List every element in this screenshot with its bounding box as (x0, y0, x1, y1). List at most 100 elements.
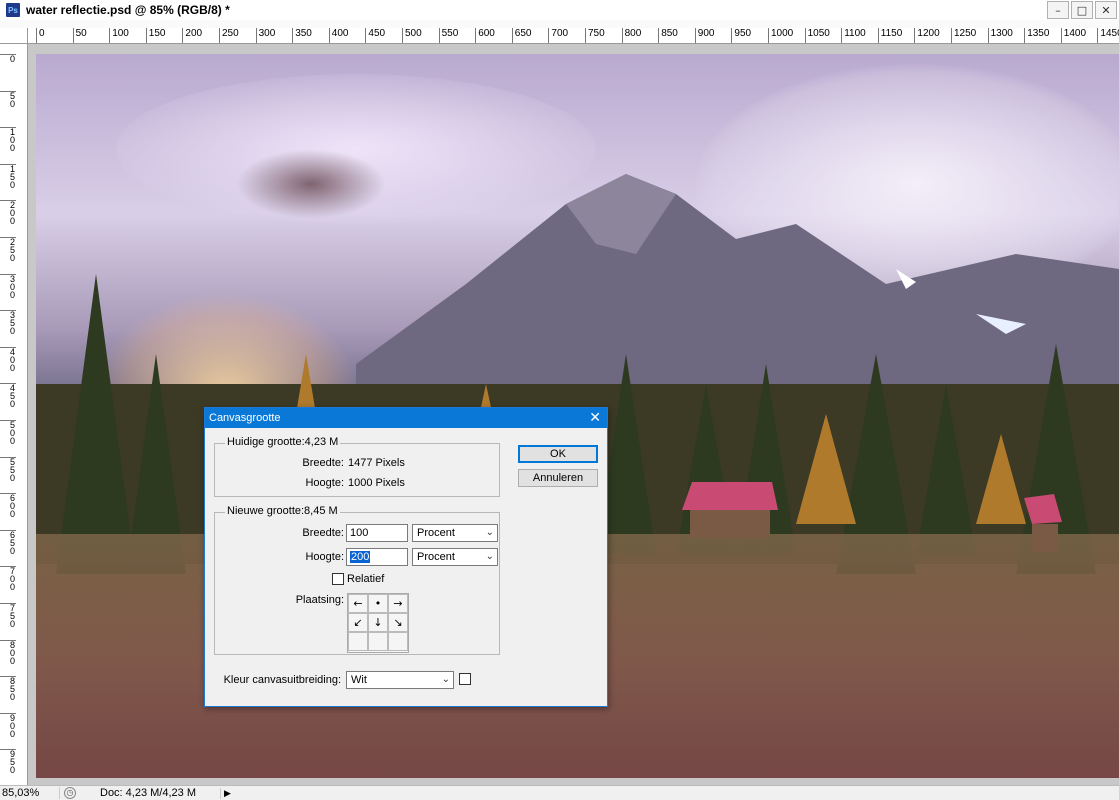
ruler-tick-label: 950 (0, 749, 16, 775)
ruler-tick-label: 900 (694, 28, 714, 43)
ruler-tick-label: 500 (0, 420, 16, 446)
ruler-tick-label: 200 (182, 28, 202, 43)
current-width-label: Breedte: (302, 457, 344, 469)
horizontal-ruler[interactable]: 0 50 100 150 200 250 300 350 400 450 500 550 600 650 7… (28, 28, 1119, 44)
ruler-tick-label: 100 (0, 127, 16, 153)
ruler-tick-label: 400 (0, 346, 16, 372)
new-height-unit-value: Procent (417, 551, 455, 563)
status-menu-arrow-icon[interactable]: ▶ (220, 787, 234, 799)
relative-checkbox[interactable] (332, 573, 344, 585)
ruler-tick-label: 350 (0, 310, 16, 336)
new-height-input[interactable]: 200 (346, 548, 408, 566)
ruler-tick-label: 600 (0, 493, 16, 519)
photoshop-window-frame: Ps water reflectie.psd @ 85% (RGB/8) * –… (0, 0, 1119, 28)
new-width-input[interactable]: 100 (346, 524, 408, 542)
ruler-corner[interactable] (0, 28, 28, 44)
ruler-tick-label: 0 (0, 54, 16, 64)
ruler-tick-label: 400 (328, 28, 348, 43)
maximize-icon[interactable]: □ (1071, 1, 1093, 19)
anchor-cell[interactable]: • (368, 594, 388, 613)
ruler-tick-label: 700 (0, 566, 16, 592)
ruler-tick-label: 1350 (1024, 28, 1049, 43)
ruler-tick-label: 1300 (987, 28, 1013, 43)
ruler-tick-label: 150 (145, 28, 165, 43)
anchor-label: Plaatsing: (295, 594, 344, 606)
ruler-tick-label: 650 (0, 529, 16, 555)
new-height-unit-select[interactable]: Procent ⌄ (412, 548, 498, 566)
ruler-tick-label: 600 (475, 28, 495, 43)
ruler-tick-label: 450 (0, 383, 16, 409)
ruler-tick-label: 1200 (914, 28, 940, 43)
ruler-tick-label: 900 (0, 712, 16, 738)
ruler-tick-label: 750 (0, 603, 16, 629)
ruler-tick-label: 450 (365, 28, 385, 43)
ruler-tick-label: 800 (621, 28, 641, 43)
status-bar: 85,03% ◷ Doc: 4,23 M/4,23 M ▶ (0, 785, 1119, 800)
anchor-cell[interactable]: ↘ (388, 613, 408, 632)
chevron-down-icon: ⌄ (441, 674, 450, 685)
ruler-tick-label: 1450 (1097, 28, 1119, 43)
ruler-tick-label: 850 (658, 28, 678, 43)
anchor-cell[interactable]: ↓ (368, 613, 388, 632)
ruler-tick-label: 1050 (804, 28, 830, 43)
ruler-tick-label: 100 (109, 28, 129, 43)
document-title: water reflectie.psd @ 85% (RGB/8) * (26, 3, 230, 17)
anchor-cell[interactable] (388, 632, 408, 651)
anchor-cell[interactable]: → (388, 594, 408, 613)
extension-color-value: Wit (351, 674, 367, 686)
chevron-down-icon: ⌄ (485, 527, 494, 538)
anchor-cell[interactable]: ← (348, 594, 368, 613)
ruler-tick-label: 1000 (768, 28, 793, 43)
ruler-tick-label: 1150 (877, 28, 902, 43)
new-height-selected-text: 200 (350, 551, 371, 563)
current-height-value: 1000 Pixels (348, 477, 405, 489)
ruler-tick-label: 550 (438, 28, 458, 43)
new-size-label: Nieuwe grootte:8,45 M (225, 505, 340, 517)
ruler-tick-label: 0 (36, 28, 45, 43)
extension-color-label: Kleur canvasuitbreiding: (223, 674, 341, 686)
ruler-tick-label: 250 (0, 237, 16, 263)
ruler-tick-label: 300 (255, 28, 275, 43)
ruler-tick-label: 300 (0, 273, 16, 299)
ruler-tick-label: 50 (0, 90, 16, 108)
new-height-label: Hoogte: (305, 551, 344, 563)
ruler-tick-label: 650 (511, 28, 531, 43)
new-width-label: Breedte: (302, 527, 344, 539)
document-size-info: Doc: 4,23 M/4,23 M (100, 787, 196, 799)
current-height-label: Hoogte: (305, 477, 344, 489)
ruler-tick-label: 350 (292, 28, 312, 43)
extension-color-select[interactable]: Wit ⌄ (346, 671, 454, 689)
new-width-unit-select[interactable]: Procent ⌄ (412, 524, 498, 542)
anchor-cell[interactable] (368, 632, 388, 651)
new-width-unit-value: Procent (417, 527, 455, 539)
zoom-level[interactable]: 85,03% (0, 787, 60, 799)
dialog-close-icon[interactable]: ✕ (589, 410, 601, 426)
clock-icon: ◷ (64, 787, 76, 799)
current-width-value: 1477 Pixels (348, 457, 405, 469)
ruler-tick-label: 750 (585, 28, 605, 43)
minimize-icon[interactable]: – (1047, 1, 1069, 19)
dialog-title-bar: Canvasgrootte ✕ (205, 408, 607, 428)
ruler-tick-label: 50 (72, 28, 87, 43)
chevron-down-icon: ⌄ (485, 551, 494, 562)
extension-color-swatch[interactable] (459, 673, 471, 685)
anchor-grid[interactable]: ← • → ↙ ↓ ↘ (347, 593, 409, 653)
close-icon[interactable]: ✕ (1095, 1, 1117, 19)
relative-label: Relatief (347, 573, 385, 585)
cabin-right (1024, 494, 1062, 552)
ruler-tick-label: 1400 (1060, 28, 1086, 43)
ruler-tick-label: 1250 (951, 28, 976, 43)
cancel-button[interactable]: Annuleren (518, 469, 598, 487)
photoshop-app-icon: Ps (6, 3, 20, 17)
vertical-ruler[interactable]: 0 50 100 150 200 250 300 350 400 450 500 550 600 650 7… (0, 44, 28, 785)
ruler-tick-label: 200 (0, 200, 16, 226)
ok-button[interactable]: OK (518, 445, 598, 463)
ruler-tick-label: 950 (731, 28, 751, 43)
ruler-tick-label: 500 (402, 28, 422, 43)
anchor-cell[interactable]: ↙ (348, 613, 368, 632)
ruler-tick-label: 850 (0, 676, 16, 702)
ruler-tick-label: 250 (219, 28, 239, 43)
anchor-cell[interactable] (348, 632, 368, 651)
document-title-bar: Ps water reflectie.psd @ 85% (RGB/8) * –… (0, 0, 1119, 20)
dialog-title: Canvasgrootte (209, 412, 281, 424)
